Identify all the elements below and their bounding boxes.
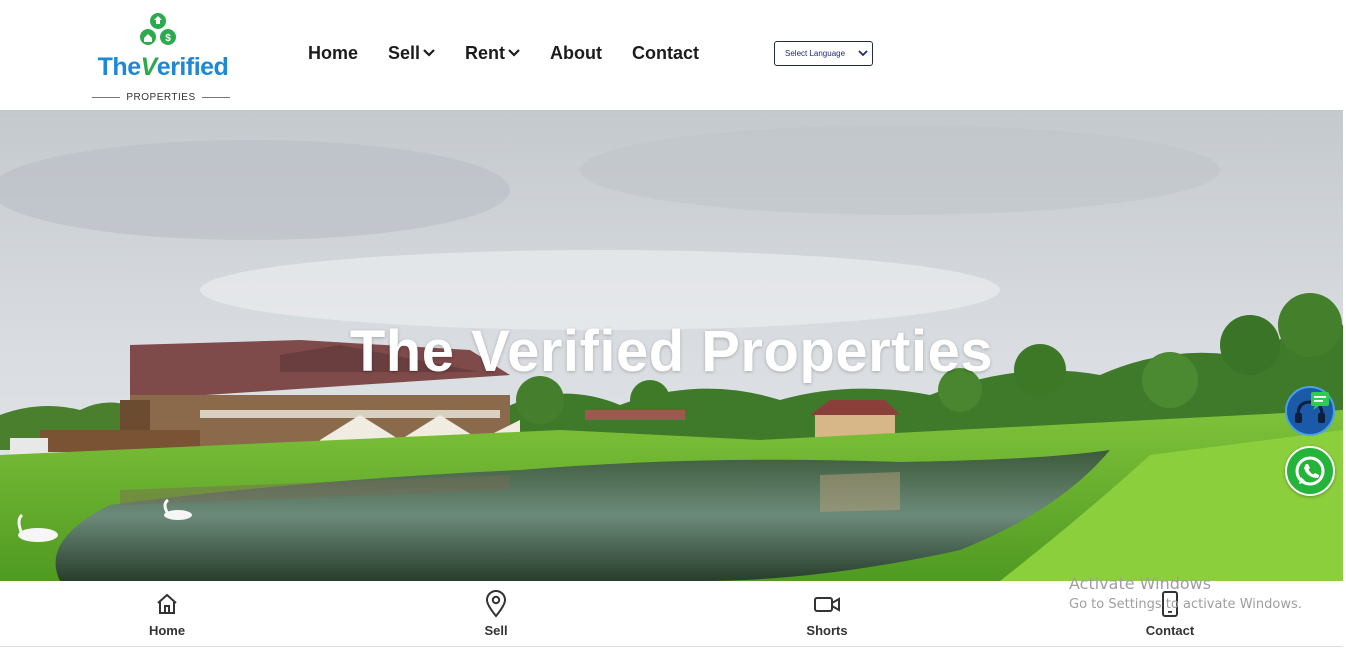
bottom-nav-shorts-label: Shorts	[806, 623, 848, 638]
nav-rent[interactable]: Rent	[465, 43, 520, 64]
bottom-nav-home[interactable]: Home	[107, 589, 227, 641]
chevron-down-icon	[508, 49, 520, 57]
windows-activation-watermark: Activate Windows Go to Settings to activ…	[1069, 574, 1339, 614]
nav-sell[interactable]: Sell	[388, 43, 435, 64]
chevron-down-icon	[858, 50, 868, 57]
logo-subtitle: PROPERTIES	[92, 90, 230, 104]
home-icon	[157, 593, 177, 614]
whatsapp-icon	[1295, 456, 1325, 486]
map-pin-icon	[485, 590, 507, 618]
bottom-nav-shorts[interactable]: Shorts	[767, 589, 887, 641]
language-select[interactable]: Select Language	[774, 41, 873, 66]
bottom-nav-sell[interactable]: Sell	[436, 589, 556, 641]
chevron-down-icon	[423, 49, 435, 57]
support-chat-button[interactable]	[1285, 386, 1335, 436]
video-camera-icon	[814, 597, 840, 612]
language-select-value: Select Language	[785, 49, 846, 58]
whatsapp-button[interactable]	[1285, 446, 1335, 496]
site-header: $ TheVerified PROPERTIES Home Sell Rent …	[0, 0, 1346, 110]
main-nav: Home Sell Rent About Contact	[308, 40, 729, 66]
nav-contact[interactable]: Contact	[632, 43, 699, 64]
watermark-subtitle: Go to Settings to activate Windows.	[1069, 597, 1302, 612]
hero-banner: The Verified Properties	[0, 110, 1343, 581]
headset-chat-icon	[1295, 392, 1329, 423]
svg-text:$: $	[165, 33, 171, 44]
bottom-nav-contact-label: Contact	[1145, 623, 1195, 638]
bottom-nav-sell-label: Sell	[484, 623, 508, 638]
hero-title: The Verified Properties	[349, 319, 994, 384]
nav-about[interactable]: About	[550, 43, 602, 64]
nav-home[interactable]: Home	[308, 43, 358, 64]
site-logo[interactable]: $ TheVerified PROPERTIES	[88, 12, 238, 103]
logo-emblem-icon: $	[140, 13, 176, 45]
bottom-nav-home-label: Home	[148, 623, 186, 638]
watermark-title: Activate Windows	[1069, 574, 1212, 593]
logo-wordmark: TheVerified	[97, 53, 229, 81]
